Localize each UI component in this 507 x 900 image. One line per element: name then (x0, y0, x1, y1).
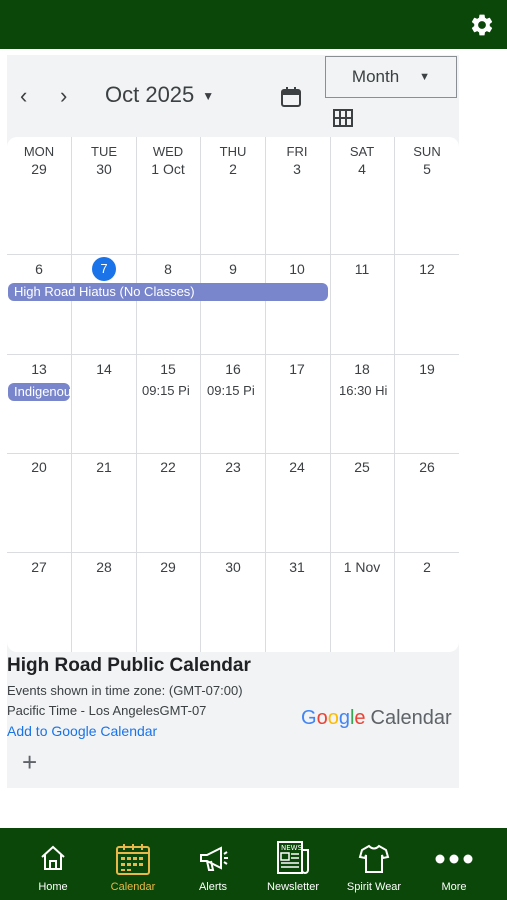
day-number[interactable]: 13 (7, 361, 71, 377)
plus-icon[interactable]: + (22, 749, 37, 775)
day-number[interactable]: 25 (330, 459, 394, 475)
more-dots-icon (435, 854, 473, 864)
tab-label: Spirit Wear (346, 881, 402, 893)
grid-view-icon[interactable] (333, 109, 353, 127)
day-number[interactable]: 15 (136, 361, 200, 377)
tab-label: Home (38, 881, 68, 893)
event-chip[interactable]: High Road Hiatus (No Classes) (8, 283, 328, 301)
weekday-header: TUE (91, 144, 117, 159)
day-number[interactable]: 28 (72, 559, 136, 575)
bottom-nav: Home Calendar Alerts NEWS Newsletter Spi… (0, 828, 507, 900)
day-number-today[interactable]: 7 (72, 257, 136, 281)
day-number[interactable]: 17 (265, 361, 329, 377)
tab-label: Alerts (198, 881, 228, 893)
weekday-header: SAT (349, 144, 375, 159)
add-to-google-calendar-link[interactable]: Add to Google Calendar (7, 723, 157, 739)
day-number[interactable]: 6 (7, 261, 71, 277)
today-badge: 7 (92, 257, 116, 281)
day-number[interactable]: 30 (72, 161, 136, 177)
day-number[interactable]: 10 (265, 261, 329, 277)
day-number[interactable]: 29 (7, 161, 71, 177)
shirt-icon (358, 844, 390, 873)
day-number[interactable]: 2 (201, 161, 265, 177)
tab-home[interactable]: Home (13, 828, 93, 900)
event-item[interactable]: 09:15 Pi (207, 383, 263, 398)
next-month-chevron-icon[interactable]: › (60, 85, 67, 107)
day-number[interactable]: 20 (7, 459, 71, 475)
view-mode-label: Month (351, 67, 400, 86)
day-number[interactable]: 23 (201, 459, 265, 475)
tab-newsletter[interactable]: NEWS Newsletter (253, 828, 333, 900)
day-number[interactable]: 31 (265, 559, 329, 575)
day-number[interactable]: 5 (395, 161, 459, 177)
day-number[interactable]: 11 (330, 261, 394, 277)
day-number[interactable]: 24 (265, 459, 329, 475)
home-icon (41, 845, 65, 870)
top-app-bar (0, 0, 507, 49)
day-number[interactable]: 22 (136, 459, 200, 475)
day-number[interactable]: 3 (265, 161, 329, 177)
day-number[interactable]: 27 (7, 559, 71, 575)
event-item[interactable]: 09:15 Pi (142, 383, 200, 398)
tab-spirit-wear[interactable]: Spirit Wear (334, 828, 414, 900)
month-title: Oct 2025 (105, 82, 195, 107)
event-chip[interactable]: Indigenous (8, 383, 70, 401)
weekday-header: SUN (413, 144, 441, 159)
tab-more[interactable]: More (414, 828, 494, 900)
event-item[interactable]: 16:30 Hi (339, 383, 393, 398)
day-number[interactable]: 2 (395, 559, 459, 575)
day-number[interactable]: 30 (201, 559, 265, 575)
weekday-header: WED (152, 144, 184, 159)
timezone-line: Pacific Time - Los AngelesGMT-07 (7, 703, 207, 718)
tab-label: Calendar (110, 881, 156, 893)
calendar-wordmark: Calendar (370, 707, 452, 729)
day-number[interactable]: 21 (72, 459, 136, 475)
grid-line (7, 552, 459, 553)
calendar-name: High Road Public Calendar (7, 655, 251, 676)
grid-line (7, 254, 459, 255)
tab-label: More (441, 881, 467, 893)
caret-down-icon: ▼ (419, 71, 431, 83)
day-number[interactable]: 8 (136, 261, 200, 277)
tab-alerts[interactable]: Alerts (173, 828, 253, 900)
day-number[interactable]: 19 (395, 361, 459, 377)
view-mode-dropdown[interactable]: Month ▼ (325, 56, 457, 98)
day-number[interactable]: 1 Nov (330, 559, 394, 575)
day-number[interactable]: 12 (395, 261, 459, 277)
megaphone-icon (200, 846, 228, 871)
google-wordmark: Google (301, 707, 366, 729)
weekday-header: MON (23, 144, 55, 159)
day-number[interactable]: 14 (72, 361, 136, 377)
weekday-header: FRI (286, 144, 308, 159)
day-number[interactable]: 9 (201, 261, 265, 277)
grid-line (7, 453, 459, 454)
month-title-dropdown[interactable]: Oct 2025 ▼ (105, 82, 214, 108)
day-number[interactable]: 16 (201, 361, 265, 377)
grid-line (7, 354, 459, 355)
day-number[interactable]: 1 Oct (136, 161, 200, 177)
caret-down-icon: ▼ (202, 89, 215, 104)
svg-text:NEWS: NEWS (281, 844, 303, 852)
calendar-today-icon[interactable] (280, 86, 302, 108)
google-calendar-logo[interactable]: Google Calendar (301, 707, 452, 730)
tab-calendar[interactable]: Calendar (93, 828, 173, 900)
day-number[interactable]: 18 (330, 361, 394, 377)
day-number[interactable]: 29 (136, 559, 200, 575)
day-number[interactable]: 4 (330, 161, 394, 177)
weekday-header: THU (219, 144, 247, 159)
timezone-line: Events shown in time zone: (GMT-07:00) (7, 683, 243, 698)
tab-label: Newsletter (267, 881, 319, 893)
month-grid: MON TUE WED THU FRI SAT SUN 29 30 1 Oct … (7, 137, 459, 652)
day-number[interactable]: 26 (395, 459, 459, 475)
newspaper-icon: NEWS (277, 841, 309, 874)
prev-month-chevron-icon[interactable]: ‹ (20, 85, 27, 107)
gear-icon[interactable] (469, 12, 495, 38)
calendar-icon (116, 844, 150, 875)
